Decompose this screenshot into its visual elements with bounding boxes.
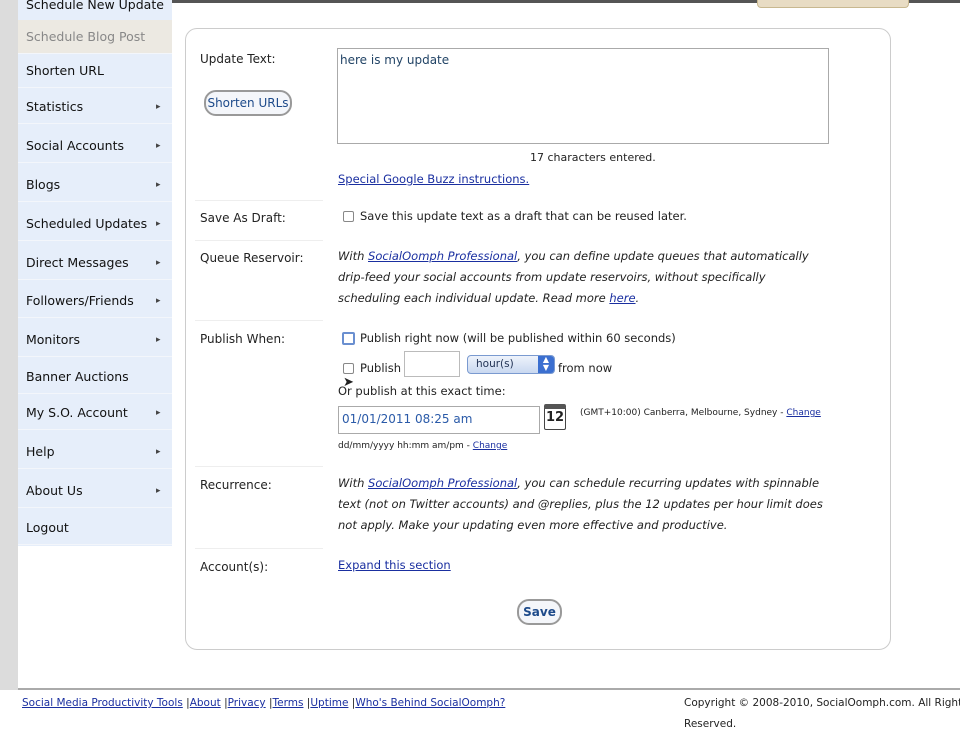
divider <box>195 320 323 321</box>
queue-reservoir-text: With SocialOomph Professional, you can d… <box>338 246 828 309</box>
save-draft-checkbox[interactable] <box>343 211 354 222</box>
sidebar-item-label: Monitors <box>26 332 81 347</box>
chevron-right-icon: ▸ <box>156 141 161 151</box>
change-format-link[interactable]: Change <box>473 441 507 451</box>
sidebar-item-label: Followers/Friends <box>26 293 134 308</box>
calendar-day: 12 <box>545 410 565 425</box>
footer-link-terms[interactable]: Terms <box>273 697 304 709</box>
socialoomph-pro-link[interactable]: SocialOomph Professional <box>368 476 517 490</box>
publish-now-checkbox[interactable] <box>342 332 355 345</box>
copyright: Copyright © 2008-2010, SocialOomph.com. … <box>684 697 960 730</box>
publish-when-label: Publish When: <box>200 332 286 346</box>
chevron-right-icon: ▸ <box>156 296 161 306</box>
sidebar-item[interactable]: Monitors ▸ <box>18 323 172 357</box>
sidebar-item[interactable]: My S.O. Account ▸ <box>18 396 172 430</box>
accounts-label: Account(s): <box>200 560 269 574</box>
sidebar-item[interactable]: Shorten URL <box>18 54 172 88</box>
sidebar-menu: Schedule New Update Schedule Blog Post Sho… <box>18 0 172 546</box>
read-more-link[interactable]: here <box>609 291 635 305</box>
save-button[interactable]: Save <box>517 599 562 625</box>
publish-in-amount-input[interactable] <box>404 351 460 377</box>
chevron-right-icon: ▸ <box>156 102 161 112</box>
divider <box>195 466 323 467</box>
sidebar-item-label: Logout <box>26 520 69 535</box>
exact-time-label: Or publish at this exact time: <box>338 384 506 398</box>
timezone-text: (GMT+10:00) Canberra, Melbourne, Sydney … <box>580 403 821 424</box>
footer-links: Social Media Productivity Tools |About |… <box>22 697 506 709</box>
change-timezone-link[interactable]: Change <box>786 408 820 418</box>
calendar-icon[interactable]: 12 <box>544 404 566 430</box>
sidebar-item[interactable]: Schedule New Update <box>18 0 172 22</box>
text: With <box>338 476 369 490</box>
sidebar-item[interactable]: About Us ▸ <box>18 474 172 508</box>
mouse-cursor-icon: ➤ <box>343 375 354 390</box>
recurrence-label: Recurrence: <box>200 478 272 492</box>
publish-now-text: Publish right now (will be published wit… <box>360 331 676 345</box>
chevron-right-icon: ▸ <box>156 408 161 418</box>
footer-link-whos-behind[interactable]: Who's Behind SocialOomph? <box>355 697 505 709</box>
footer-divider <box>18 688 960 690</box>
text: dd/mm/yyyy hh:mm am/pm - <box>338 441 473 451</box>
sidebar-item-label: My S.O. Account <box>26 405 128 420</box>
divider <box>195 548 323 549</box>
sidebar-item[interactable]: Help ▸ <box>18 435 172 469</box>
char-count: 17 characters entered. <box>530 151 656 164</box>
date-format-text: dd/mm/yyyy hh:mm am/pm - Change <box>338 436 507 457</box>
chevron-right-icon: ▸ <box>156 486 161 496</box>
divider <box>195 200 323 201</box>
footer-link-about[interactable]: About <box>190 697 221 709</box>
text: (GMT+10:00) Canberra, Melbourne, Sydney … <box>580 408 787 418</box>
save-draft-label: Save As Draft: <box>200 211 286 225</box>
sidebar-item[interactable]: Banner Auctions <box>18 360 172 394</box>
datetime-input[interactable]: 01/01/2011 08:25 am <box>338 406 540 434</box>
left-gutter <box>0 0 18 690</box>
chevron-right-icon: ▸ <box>156 335 161 345</box>
chevron-right-icon: ▸ <box>156 219 161 229</box>
footer-link-privacy[interactable]: Privacy <box>228 697 266 709</box>
sidebar-item-label: Help <box>26 444 55 459</box>
sidebar-item-label: Schedule Blog Post <box>26 29 146 44</box>
publish-in-text: Publish <box>360 361 401 375</box>
from-now-text: from now <box>558 361 613 375</box>
sidebar-item-label: Schedule New Update <box>26 0 164 12</box>
queue-reservoir-label: Queue Reservoir: <box>200 251 304 265</box>
select-arrows-icon: ▲ ▼ <box>538 356 554 373</box>
footer-link-uptime[interactable]: Uptime <box>310 697 348 709</box>
time-unit-select[interactable]: hour(s) ▲ ▼ <box>467 355 555 374</box>
sidebar-item-label: Blogs <box>26 177 61 192</box>
save-draft-text: Save this update text as a draft that ca… <box>360 209 687 223</box>
sidebar-item-label: About Us <box>26 483 83 498</box>
text: . <box>635 291 640 305</box>
text: With <box>338 249 369 263</box>
footer-link-tools[interactable]: Social Media Productivity Tools <box>22 697 183 709</box>
sidebar-item-label: Scheduled Updates <box>26 216 148 231</box>
sidebar-item[interactable]: Direct Messages ▸ <box>18 246 172 280</box>
sidebar-item-label: Banner Auctions <box>26 369 129 384</box>
chevron-right-icon: ▸ <box>156 180 161 190</box>
sidebar-item[interactable]: Logout <box>18 511 172 545</box>
shorten-urls-button[interactable]: Shorten URLs <box>204 90 292 116</box>
sidebar-item[interactable]: Social Accounts ▸ <box>18 129 172 163</box>
update-text-input[interactable]: here is my update <box>337 48 829 144</box>
chevron-right-icon: ▸ <box>156 258 161 268</box>
chevron-right-icon: ▸ <box>156 447 161 457</box>
sidebar-item[interactable]: Schedule Blog Post <box>18 20 172 54</box>
sidebar-item[interactable]: Statistics ▸ <box>18 90 172 124</box>
top-right-button[interactable] <box>757 0 909 8</box>
publish-in-checkbox[interactable] <box>343 363 354 374</box>
sidebar-item[interactable]: Scheduled Updates ▸ <box>18 207 172 241</box>
sidebar-item-label: Direct Messages <box>26 255 129 270</box>
sidebar-item-label: Statistics <box>26 99 84 114</box>
sidebar-item[interactable]: Followers/Friends ▸ <box>18 284 172 318</box>
socialoomph-pro-link[interactable]: SocialOomph Professional <box>368 249 517 263</box>
google-buzz-link[interactable]: Special Google Buzz instructions. <box>338 169 529 190</box>
sidebar-item-label: Shorten URL <box>26 63 104 78</box>
select-value: hour(s) <box>476 358 514 370</box>
sidebar-item[interactable]: Blogs ▸ <box>18 168 172 202</box>
recurrence-text: With SocialOomph Professional, you can s… <box>338 473 828 536</box>
divider <box>195 240 323 241</box>
expand-accounts-link[interactable]: Expand this section <box>338 555 451 576</box>
sidebar-item-label: Social Accounts <box>26 138 125 153</box>
update-text-label: Update Text: <box>200 52 276 66</box>
